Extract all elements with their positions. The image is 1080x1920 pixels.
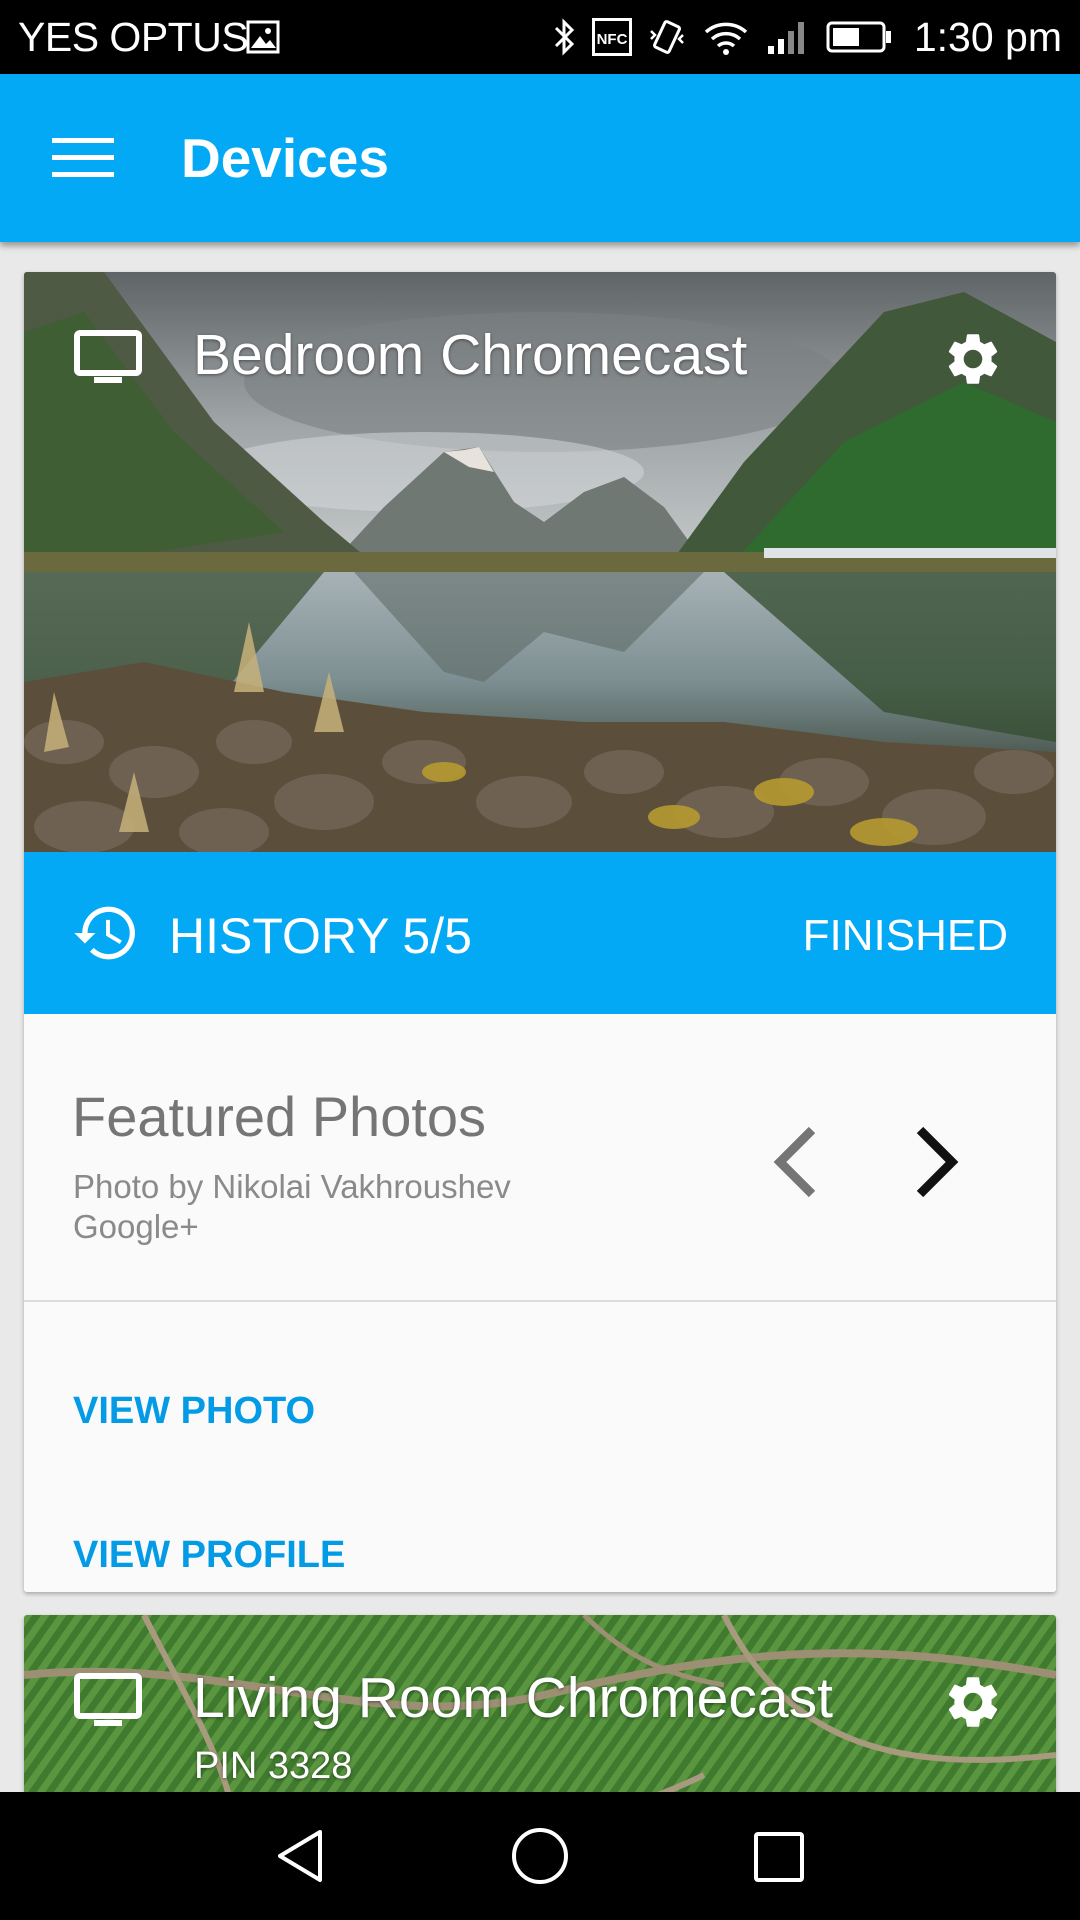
photo-source: Google+ <box>73 1208 199 1245</box>
recents-icon[interactable] <box>752 1826 808 1886</box>
photo-credit: Photo by Nikolai Vakhroushev Google+ <box>73 1167 511 1247</box>
history-label: HISTORY 5/5 <box>169 908 472 964</box>
device-card-living-room: Living Room Chromecast PIN 3328 <box>24 1615 1056 1792</box>
view-photo-button[interactable]: VIEW PHOTO <box>73 1390 315 1433</box>
signal-icon <box>767 22 804 54</box>
chevron-left-icon[interactable] <box>766 1122 822 1202</box>
hamburger-menu-icon[interactable] <box>52 136 114 180</box>
device-name: Living Room Chromecast <box>193 1666 833 1730</box>
svg-text:NFC: NFC <box>596 31 627 48</box>
tv-icon <box>74 330 142 383</box>
device-pin: PIN 3328 <box>194 1745 353 1787</box>
clock: 1:30 pm <box>913 13 1062 60</box>
photo-info: Featured Photos Photo by Nikolai Vakhrou… <box>24 1014 1056 1302</box>
status-label: FINISHED <box>802 911 1008 960</box>
carrier-name: YES OPTUS <box>18 14 249 60</box>
back-icon[interactable] <box>272 1826 328 1886</box>
view-profile-button[interactable]: VIEW PROFILE <box>73 1534 345 1577</box>
bluetooth-icon <box>554 18 574 56</box>
nfc-icon: NFC <box>591 18 632 56</box>
background-photo[interactable]: Living Room Chromecast PIN 3328 <box>24 1615 1056 1792</box>
tv-icon <box>74 1673 142 1726</box>
device-list[interactable]: Bedroom Chromecast HISTORY 5/5 FINISHED … <box>0 242 1080 1792</box>
gear-icon[interactable] <box>942 328 1004 390</box>
history-bar[interactable]: HISTORY 5/5 FINISHED <box>24 852 1056 1014</box>
status-bar: YES OPTUS NFC 1:30 pm <box>0 0 1080 74</box>
photo-title: Featured Photos <box>72 1085 487 1148</box>
home-icon[interactable] <box>510 1826 570 1886</box>
photo-author: Photo by Nikolai Vakhroushev <box>73 1168 511 1205</box>
history-icon <box>74 906 135 960</box>
navigation-bar <box>0 1792 1080 1920</box>
wifi-icon <box>704 22 748 55</box>
vibrate-icon <box>649 20 684 54</box>
background-photo[interactable]: Bedroom Chromecast <box>24 272 1056 852</box>
device-name: Bedroom Chromecast <box>193 323 748 387</box>
gallery-icon <box>246 20 280 54</box>
chevron-right-icon[interactable] <box>910 1122 966 1202</box>
page-title: Devices <box>181 127 389 189</box>
card-actions: VIEW PHOTO VIEW PROFILE <box>24 1302 1056 1590</box>
gear-icon[interactable] <box>942 1671 1004 1733</box>
battery-icon <box>826 21 891 53</box>
device-card-bedroom: Bedroom Chromecast HISTORY 5/5 FINISHED … <box>24 272 1056 1592</box>
app-bar: Devices <box>0 74 1080 242</box>
